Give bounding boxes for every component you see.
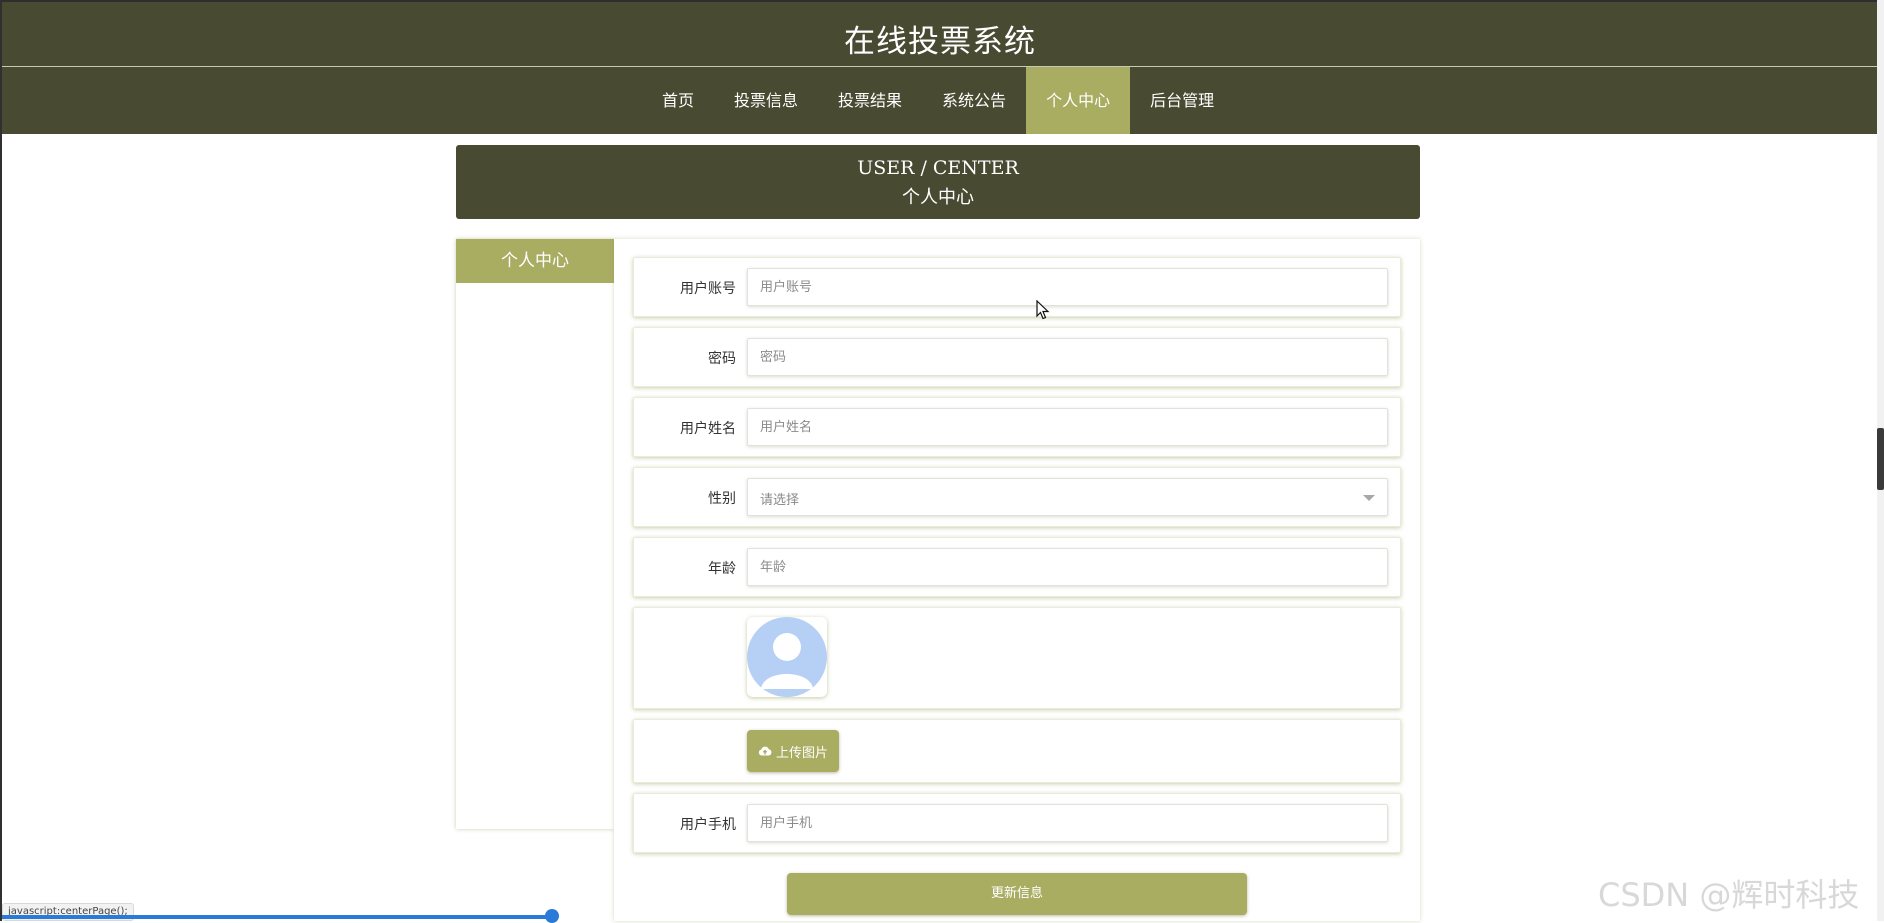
phone-label: 用户手机 [680,817,736,833]
account-label: 用户账号 [680,281,736,297]
upload-image-button[interactable]: 上传图片 [747,730,839,772]
sidebar: 个人中心 [456,239,614,829]
profile-form: 用户账号 密码 用户姓名 性别 请选择 年龄 [614,239,1420,921]
window-left-edge [0,0,2,921]
nav-list: 首页 投票信息 投票结果 系统公告 个人中心 后台管理 [642,67,1234,134]
account-input[interactable] [747,268,1388,306]
gender-row: 性别 请选择 [633,467,1401,527]
name-label: 用户姓名 [680,421,736,437]
nav-item-announcements[interactable]: 系统公告 [922,67,1026,134]
main-nav: 首页 投票信息 投票结果 系统公告 个人中心 后台管理 [2,67,1878,134]
password-label: 密码 [708,351,736,367]
avatar-placeholder-icon [747,617,827,697]
age-row: 年龄 [633,537,1401,597]
avatar-row [633,607,1401,709]
phone-input[interactable] [747,804,1388,842]
name-input[interactable] [747,408,1388,446]
update-info-button[interactable]: 更新信息 [787,873,1247,915]
password-input[interactable] [747,338,1388,376]
gender-label: 性别 [708,491,736,507]
nav-item-user-center[interactable]: 个人中心 [1026,67,1131,134]
scrollbar-thumb[interactable] [1877,428,1884,490]
upload-row: 上传图片 [633,719,1401,783]
age-input[interactable] [747,548,1388,586]
site-title: 在线投票系统 [844,24,1036,60]
avatar-preview[interactable] [747,617,827,697]
watermark: CSDN @辉时科技 [1598,876,1860,914]
gender-select[interactable]: 请选择 [747,478,1388,516]
nav-item-vote-info[interactable]: 投票信息 [714,67,818,134]
nav-item-home[interactable]: 首页 [642,67,714,134]
site-header: 在线投票系统 [2,2,1878,67]
age-label: 年龄 [708,561,736,577]
banner-title-en: USER / CENTER [857,157,1019,179]
account-row: 用户账号 [633,257,1401,317]
sidebar-item-user-center[interactable]: 个人中心 [456,239,614,283]
phone-row: 用户手机 [633,793,1401,853]
name-row: 用户姓名 [633,397,1401,457]
nav-item-admin[interactable]: 后台管理 [1130,67,1234,134]
page-load-progress [2,915,552,919]
password-row: 密码 [633,327,1401,387]
gender-select-value: 请选择 [760,493,800,508]
banner-title-cn: 个人中心 [902,187,974,208]
nav-item-vote-results[interactable]: 投票结果 [818,67,922,134]
page-banner: USER / CENTER 个人中心 [456,145,1420,219]
chevron-down-icon [1363,495,1375,501]
cloud-upload-icon [758,746,772,756]
upload-button-label: 上传图片 [775,745,828,761]
mouse-cursor-icon [1036,300,1050,320]
